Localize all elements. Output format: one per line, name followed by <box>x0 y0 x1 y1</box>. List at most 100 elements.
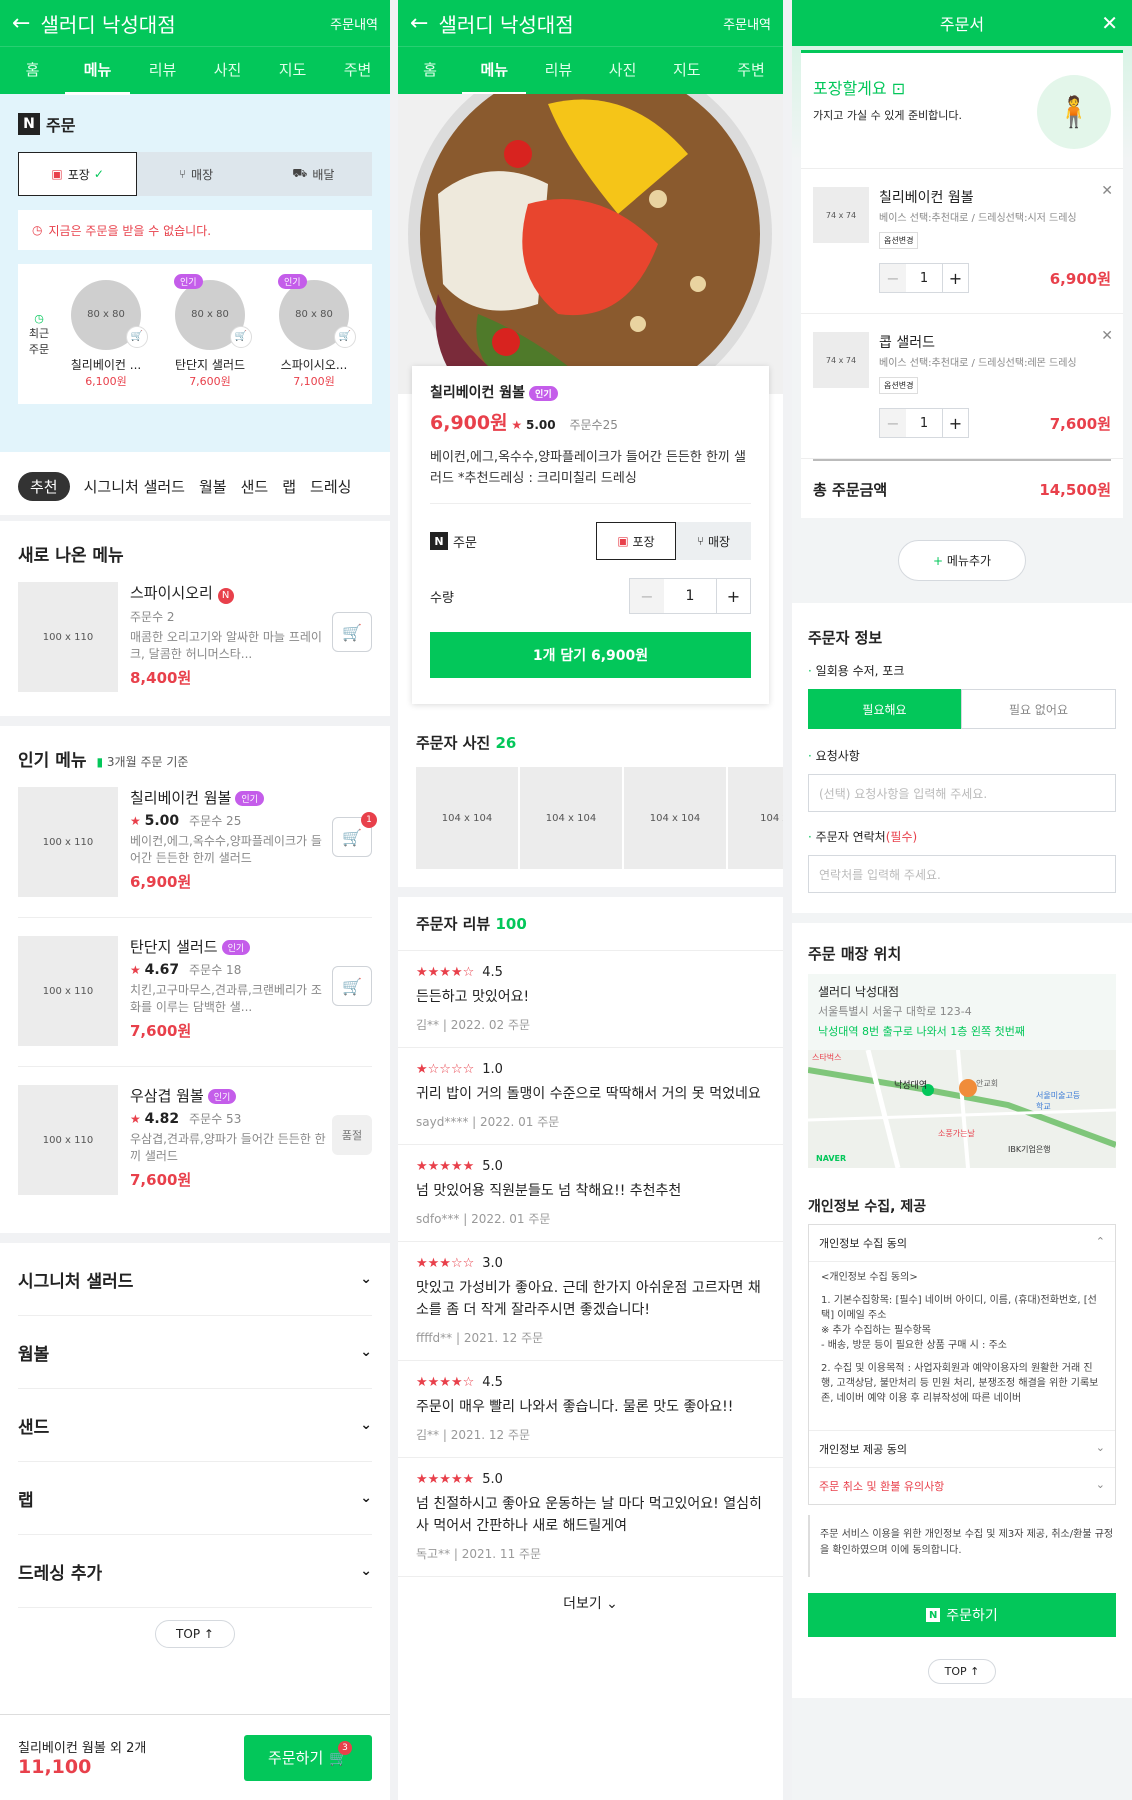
add-menu-label: 메뉴추가 <box>946 554 992 568</box>
remove-item-icon[interactable]: ✕ <box>1101 328 1113 344</box>
store-map[interactable]: 스타벅스 낙성대역 안교회 서울미술고등학교 소풍가는날 IBK기업은행 NAV… <box>808 1050 1116 1168</box>
map-label: IBK기업은행 <box>1008 1145 1051 1154</box>
plus-button[interactable]: + <box>942 409 968 437</box>
cart-icon[interactable]: 🛒 <box>230 325 252 348</box>
order-button[interactable]: 주문하기 🛒 3 <box>244 1734 372 1781</box>
order-history-link[interactable]: 주문내역 <box>723 14 771 33</box>
rating: 5.00 <box>144 813 180 829</box>
cart-item-price: 6,900원 <box>1049 269 1111 288</box>
privacy-line: 1. 기본수집항목: [필수] 네이버 아이디, 이름, (휴대)전화번호, [… <box>821 1295 1097 1321</box>
tab-home[interactable]: 홈 <box>398 47 462 95</box>
tab-menu[interactable]: 메뉴 <box>462 47 527 95</box>
minus-button[interactable]: − <box>880 264 906 292</box>
review-photo[interactable]: 104 x 104 <box>520 767 622 869</box>
recent-order-item[interactable]: 80 x 80 인기 🛒 탄단지 샐러드 7,600원 <box>164 273 256 389</box>
cancel-policy-toggle[interactable]: 주문 취소 및 환불 유의사항 ⌄ <box>809 1467 1115 1504</box>
plus-button[interactable]: + <box>942 264 968 292</box>
menu-section-toggle[interactable]: 시그니처 샐러드 ⌄ <box>18 1243 372 1316</box>
utensil-need-button[interactable]: 필요해요 <box>808 689 961 729</box>
category-chip[interactable]: 추천 <box>18 472 70 501</box>
add-to-cart-button[interactable]: 1개 담기 6,900원 <box>430 632 751 678</box>
review-item: ★★★★☆ 4.5 든든하고 맛있어요! 김** | 2022. 02 주문 <box>398 951 783 1048</box>
tab-menu[interactable]: 메뉴 <box>65 47 130 95</box>
menu-item[interactable]: 100 x 110 우삼겹 웜볼 인기 ★ 4.82 주문수 53 우삼겹,견과류,양파가… <box>18 1085 372 1215</box>
cart-count-badge: 1 <box>361 812 377 828</box>
mode-takeout[interactable]: ▣ 포장 ✓ <box>18 152 138 196</box>
review-photo[interactable]: 104 x 104 <box>624 767 726 869</box>
menu-item[interactable]: 100 x 110 스파이시오리 N 주문수 2 매콤한 오리고기와 알싸한 마… <box>18 582 372 716</box>
minus-button[interactable]: − <box>630 579 664 613</box>
recent-order-item[interactable]: 80 x 80 인기 🛒 스파이시오... 7,100원 <box>268 273 360 389</box>
menu-section-toggle[interactable]: 드레싱 추가 ⌄ <box>18 1535 372 1608</box>
map-label: 서울미술고등학교 <box>1036 1091 1081 1111</box>
option-change-button[interactable]: 옵션변경 <box>879 232 919 249</box>
place-order-label: 주문하기 <box>946 1608 998 1624</box>
popular-basis: 3개월 주문 기준 <box>106 755 189 769</box>
privacy-collect-toggle[interactable]: 개인정보 수집 동의 ⌃ <box>809 1225 1115 1262</box>
menu-item[interactable]: 100 x 110 칠리베이컨 웜볼 인기 ★ 5.00 주문수 25 베이컨,에그,옥수… <box>18 787 377 918</box>
menu-price: 7,600원 <box>130 1022 192 1040</box>
category-chip[interactable]: 드레싱 <box>310 476 351 497</box>
cart-icon[interactable]: 🛒 <box>334 325 356 348</box>
top-button[interactable]: TOP ↑ <box>155 1620 235 1648</box>
order-history-link[interactable]: 주문내역 <box>330 14 378 33</box>
review-user: ffffd** <box>416 1331 453 1345</box>
star-rating-icon: ★☆☆☆☆ <box>416 1062 475 1077</box>
bullet-icon: · <box>808 749 812 763</box>
close-icon[interactable]: ✕ <box>1101 11 1118 35</box>
customer-info-section: 주문자 정보 · 일회용 수저, 포크 필요해요 필요 없어요 · 요청사항 (… <box>792 603 1132 913</box>
menu-section-toggle[interactable]: 웜볼 ⌄ <box>18 1316 372 1389</box>
tab-map[interactable]: 지도 <box>260 47 325 95</box>
tab-review[interactable]: 리뷰 <box>526 47 590 95</box>
contact-input[interactable]: 연락처를 입력해 주세요. <box>808 855 1116 893</box>
tab-photo[interactable]: 사진 <box>591 47 655 95</box>
chevron-down-icon: ⌄ <box>360 1490 372 1506</box>
menu-section-toggle[interactable]: 랩 ⌄ <box>18 1462 372 1535</box>
cart-thumbnail: 74 x 74 <box>813 187 869 243</box>
chevron-down-icon: ⌄ <box>606 1596 618 1612</box>
plus-button[interactable]: + <box>716 579 750 613</box>
add-to-cart-button[interactable]: 🛒 1 <box>332 812 377 857</box>
top-button[interactable]: TOP ↑ <box>927 1659 997 1684</box>
menu-desc: 베이컨,에그,옥수수,양파플레이크가 들어간 든든한 한끼 샐러드 <box>130 834 322 865</box>
popular-badge: 인기 <box>235 791 264 806</box>
tab-nearby[interactable]: 주변 <box>719 47 783 95</box>
minus-button[interactable]: − <box>880 409 906 437</box>
back-arrow-icon[interactable]: ← <box>410 11 428 36</box>
mode-dinein[interactable]: ⑂ 매장 <box>137 152 255 196</box>
mode-dinein[interactable]: ⑂ 매장 <box>676 522 751 560</box>
order-heading: 주문 <box>46 116 76 135</box>
tab-review[interactable]: 리뷰 <box>130 47 195 95</box>
category-chip[interactable]: 월볼 <box>199 476 227 497</box>
category-chip[interactable]: 랩 <box>282 476 296 497</box>
mode-delivery[interactable]: ⛟ 배달 <box>254 152 372 196</box>
star-icon: ★ <box>511 418 523 432</box>
takeout-title: 포장할게요 <box>813 79 887 98</box>
menu-item[interactable]: 100 x 110 탄단지 샐러드 인기 ★ 4.67 주문수 18 치킨,고구마무스,견… <box>18 936 372 1067</box>
request-input[interactable]: (선택) 요청사항을 입력해 주세요. <box>808 774 1116 812</box>
tab-map[interactable]: 지도 <box>655 47 719 95</box>
more-button[interactable]: 더보기 ⌄ <box>398 1577 783 1629</box>
category-chip[interactable]: 시그니처 샐러드 <box>84 476 185 497</box>
option-change-button[interactable]: 옵션변경 <box>879 377 919 394</box>
back-arrow-icon[interactable]: ← <box>12 11 30 36</box>
category-chip[interactable]: 샌드 <box>241 476 269 497</box>
recent-order-item[interactable]: 80 x 80 🛒 칠리베이컨 ... 6,100원 <box>60 279 152 389</box>
cart-icon[interactable]: 🛒 <box>126 325 148 348</box>
tab-nearby[interactable]: 주변 <box>325 47 390 95</box>
utensil-noneed-button[interactable]: 필요 없어요 <box>961 689 1116 729</box>
review-photo[interactable]: 104 x 104 <box>416 767 518 869</box>
mode-takeout[interactable]: ▣ 포장 <box>596 522 676 560</box>
add-to-cart-button[interactable]: 🛒 <box>332 612 372 652</box>
quantity-label: 수량 <box>430 590 454 606</box>
review-photo[interactable]: 104 x 1 <box>728 767 783 869</box>
remove-item-icon[interactable]: ✕ <box>1101 183 1113 199</box>
place-order-button[interactable]: N 주문하기 <box>808 1593 1116 1637</box>
tab-home[interactable]: 홈 <box>0 47 65 95</box>
add-to-cart-button[interactable]: 🛒 <box>332 966 372 1006</box>
tab-photo[interactable]: 사진 <box>195 47 260 95</box>
privacy-provide-toggle[interactable]: 개인정보 제공 동의 ⌄ <box>809 1430 1115 1467</box>
map-label: 스타벅스 <box>812 1053 842 1062</box>
menu-section-toggle[interactable]: 샌드 ⌄ <box>18 1389 372 1462</box>
add-menu-button[interactable]: + 메뉴추가 <box>897 540 1027 581</box>
